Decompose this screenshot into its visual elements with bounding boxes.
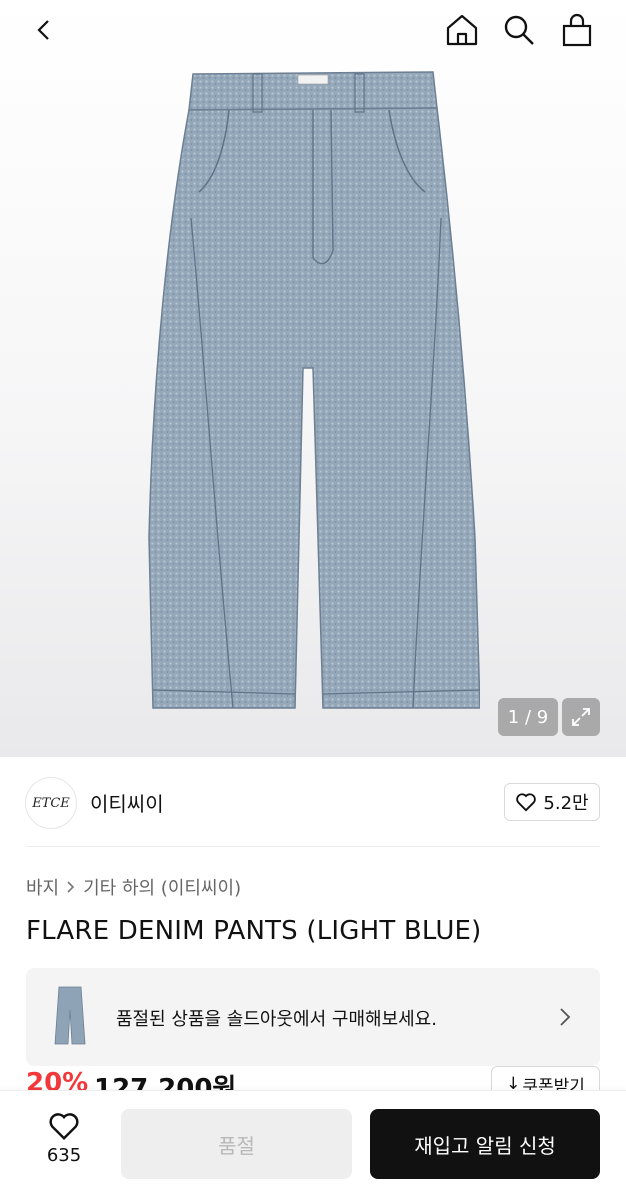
wishlist-count: 635 [46,1145,82,1166]
coupon-button[interactable]: ↓ 쿠폰받기 [491,1066,600,1092]
product-thumbnail [54,986,86,1045]
soldout-banner[interactable]: 품절된 상품을 솔드아웃에서 구매해보세요. [26,968,600,1066]
product-image [148,71,480,709]
home-icon[interactable] [442,10,482,50]
breadcrumb-item-category[interactable]: 바지 [26,874,59,900]
chevron-right-icon [560,1008,571,1026]
heart-icon [516,793,537,812]
product-title: FLARE DENIM PANTS (LIGHT BLUE) [26,916,482,946]
chevron-left-icon[interactable] [24,10,64,50]
product-image-gallery[interactable]: 1 / 9 [0,0,626,757]
discount-rate: 20% [26,1068,89,1092]
soldout-banner-text: 품절된 상품을 솔드아웃에서 구매해보세요. [116,1009,437,1030]
expand-icon[interactable] [562,698,600,736]
breadcrumb: 바지 기타 하의 (이티씨이) [26,874,241,900]
coupon-label: 쿠폰받기 [522,1076,585,1093]
shopping-bag-icon[interactable] [557,10,597,50]
breadcrumb-item-subcategory[interactable]: 기타 하의 (이티씨이) [83,874,241,900]
chevron-right-icon [67,881,75,893]
price-row: 20% 127,200원 ↓ 쿠폰받기 [0,1066,626,1092]
wishlist-button[interactable]: 635 [26,1111,102,1181]
bottom-action-bar: 635 품절 재입고 알림 신청 [0,1090,626,1200]
brand-name[interactable]: 이티씨이 [90,788,164,817]
sale-price: 127,200원 [94,1074,237,1092]
divider [26,846,600,847]
heart-icon [49,1113,79,1141]
brand-row[interactable]: ETCE 이티씨이 5.2만 [0,757,626,847]
soldout-button[interactable]: 품절 [121,1109,352,1179]
image-counter: 1 / 9 [498,698,558,736]
brand-like-button[interactable]: 5.2만 [504,783,600,821]
restock-notify-button[interactable]: 재입고 알림 신청 [370,1109,600,1179]
search-icon[interactable] [499,10,539,50]
brand-like-count: 5.2만 [543,793,589,814]
top-navigation-bar [0,0,626,60]
brand-logo[interactable]: ETCE [25,777,77,829]
